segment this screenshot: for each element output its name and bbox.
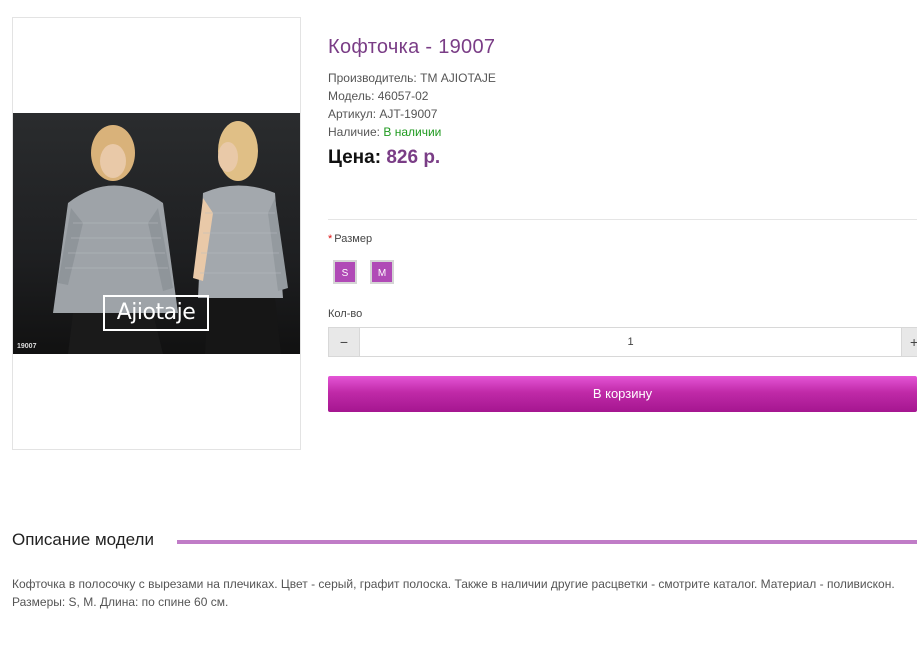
model-line: Модель: 46057-02 <box>328 87 917 105</box>
model-value: 46057-02 <box>377 89 429 103</box>
product-photo[interactable]: Ajiotaje 19007 <box>13 113 300 354</box>
manufacturer-line: Производитель: ТМ AJIOTAJE <box>328 69 917 87</box>
availability-label: Наличие: <box>328 125 381 139</box>
size-option-s[interactable]: S <box>333 260 357 284</box>
product-page: Ajiotaje 19007 Кофточка - 19007 Производ… <box>0 0 917 664</box>
quantity-input[interactable] <box>360 327 901 357</box>
sku-line: Артикул: AJT-19007 <box>328 105 917 123</box>
product-info: Производитель: ТМ AJIOTAJE Модель: 46057… <box>328 69 917 141</box>
manufacturer-value[interactable]: ТМ AJIOTAJE <box>420 71 496 85</box>
description-heading: Описание модели <box>12 530 162 550</box>
manufacturer-label: Производитель: <box>328 71 417 85</box>
price-label: Цена: <box>328 147 382 168</box>
price-value: 826 р. <box>386 147 441 168</box>
required-mark: * <box>328 233 333 245</box>
quantity-decrease-button[interactable]: − <box>328 327 360 357</box>
product-details: Кофточка - 19007 Производитель: ТМ AJIOT… <box>328 36 917 169</box>
brand-logo: Ajiotaje <box>103 295 209 331</box>
quantity-increase-button[interactable]: + <box>901 327 917 357</box>
size-label-text: Размер <box>334 233 373 245</box>
availability-line: Наличие: В наличии <box>328 123 917 141</box>
sku-value: AJT-19007 <box>379 107 438 121</box>
product-title: Кофточка - 19007 <box>328 36 496 58</box>
quantity-label: Кол-во <box>328 308 363 320</box>
size-option-m[interactable]: M <box>370 260 394 284</box>
description-heading-rule <box>177 540 917 544</box>
description-text: Кофточка в полосочку с вырезами на плечи… <box>12 577 895 609</box>
price-line: Цена: 826 р. <box>328 147 917 169</box>
add-to-cart-button[interactable]: В корзину <box>328 376 917 412</box>
product-image-frame[interactable]: Ajiotaje 19007 <box>12 17 301 450</box>
photo-code-label: 19007 <box>17 343 37 350</box>
options-divider <box>328 219 917 220</box>
availability-value: В наличии <box>383 125 442 139</box>
size-label: * Размер <box>328 233 372 245</box>
sku-label: Артикул: <box>328 107 377 121</box>
model-label: Модель: <box>328 89 375 103</box>
